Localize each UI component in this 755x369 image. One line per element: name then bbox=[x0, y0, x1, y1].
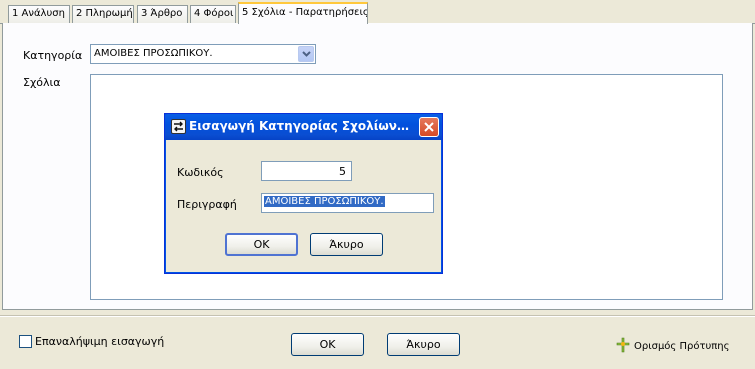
description-label: Περιγραφή bbox=[177, 198, 237, 211]
dialog-ok-button[interactable]: OK bbox=[225, 233, 298, 256]
tab-taxes[interactable]: 4 Φόροι bbox=[190, 5, 236, 23]
bottom-divider-highlight bbox=[0, 316, 755, 317]
tab-strip: 1 Ανάλυση 2 Πληρωμή 3 Άρθρο 4 Φόροι 5 Σχ… bbox=[0, 0, 755, 24]
notes-label: Σχόλια bbox=[23, 76, 61, 89]
ok-button[interactable]: OK bbox=[291, 333, 364, 356]
insert-category-dialog: Εισαγωγή Κατηγορίας Σχολίων Εγγραφών Κωδ… bbox=[164, 113, 443, 274]
dialog-cancel-button[interactable]: Άκυρο bbox=[310, 233, 383, 256]
dialog-titlebar[interactable]: Εισαγωγή Κατηγορίας Σχολίων Εγγραφών bbox=[165, 114, 442, 140]
category-value: ΑΜΟΙΒΕΣ ΠΡΟΣΩΠΙΚΟΥ. bbox=[94, 48, 213, 59]
tab-analysis[interactable]: 1 Ανάλυση bbox=[8, 5, 70, 23]
code-label: Κωδικός bbox=[177, 166, 224, 179]
tab-article[interactable]: 3 Άρθρο bbox=[137, 5, 188, 23]
cancel-button[interactable]: Άκυρο bbox=[387, 333, 460, 356]
repeat-entry-label: Επαναλήψιμη εισαγωγή bbox=[35, 335, 165, 348]
dialog-title: Εισαγωγή Κατηγορίας Σχολίων Εγγραφών bbox=[189, 119, 413, 133]
code-input[interactable]: 5 bbox=[261, 161, 352, 181]
define-template-label: Ορισμός Πρότυπης bbox=[634, 340, 730, 352]
pin-icon bbox=[616, 337, 630, 356]
chevron-down-icon[interactable] bbox=[298, 46, 314, 62]
description-input[interactable]: ΑΜΟΙΒΕΣ ΠΡΟΣΩΠΙΚΟΥ. bbox=[261, 193, 434, 213]
tab-payment[interactable]: 2 Πληρωμή bbox=[72, 5, 134, 23]
category-dropdown[interactable]: ΑΜΟΙΒΕΣ ΠΡΟΣΩΠΙΚΟΥ. bbox=[90, 44, 316, 64]
description-selected-text: ΑΜΟΙΒΕΣ ΠΡΟΣΩΠΙΚΟΥ. bbox=[264, 196, 385, 207]
close-icon[interactable] bbox=[419, 117, 439, 137]
transfer-arrows-icon bbox=[171, 119, 186, 134]
tab-notes-remarks[interactable]: 5 Σχόλια - Παρατηρήσεις bbox=[238, 2, 368, 24]
category-label: Κατηγορία bbox=[23, 49, 83, 62]
define-template-button[interactable]: Ορισμός Πρότυπης bbox=[616, 337, 730, 355]
repeat-entry-checkbox[interactable] bbox=[19, 335, 32, 348]
